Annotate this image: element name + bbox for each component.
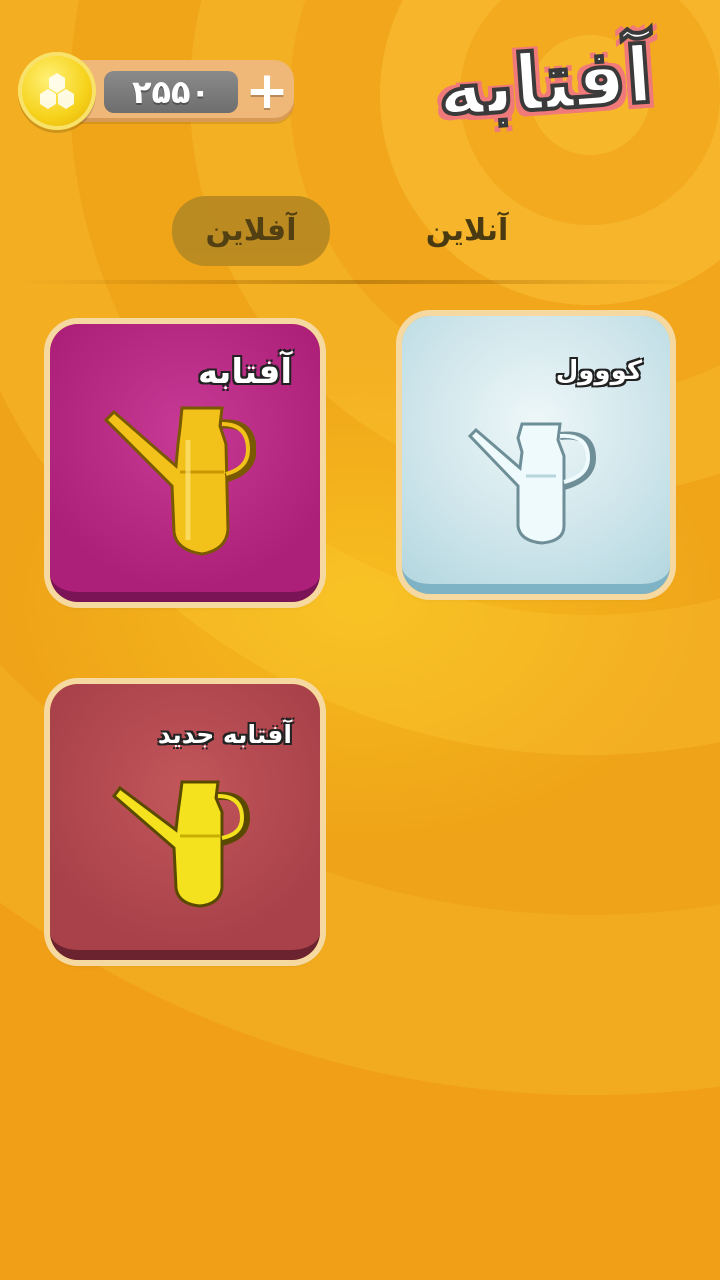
item-label: آفتابه جدید — [157, 720, 292, 749]
coin-balance[interactable]: ۲۵۵۰ + — [18, 52, 296, 132]
ewer-icon — [467, 422, 597, 545]
app-logo: آفتابه — [406, 9, 684, 158]
coin-value: ۲۵۵۰ — [104, 71, 238, 113]
mode-tabs: آفلاین آنلاین — [0, 196, 720, 268]
add-coins-button[interactable]: + — [244, 64, 290, 118]
tabs-divider — [20, 280, 700, 284]
item-label: کووول — [555, 356, 642, 386]
item-label: آفتابه — [198, 352, 292, 392]
honeycomb-coin-icon — [18, 52, 96, 130]
item-card-cool[interactable]: کووول — [402, 316, 670, 594]
item-card-new-aftabe[interactable]: آفتابه جدید — [50, 684, 320, 960]
ewer-icon — [111, 780, 251, 908]
app-title: آفتابه — [432, 29, 657, 138]
tab-offline[interactable]: آفلاین — [172, 196, 330, 266]
item-card-aftabe[interactable]: آفتابه — [50, 324, 320, 602]
tab-online[interactable]: آنلاین — [392, 196, 542, 266]
ewer-icon — [103, 406, 256, 556]
